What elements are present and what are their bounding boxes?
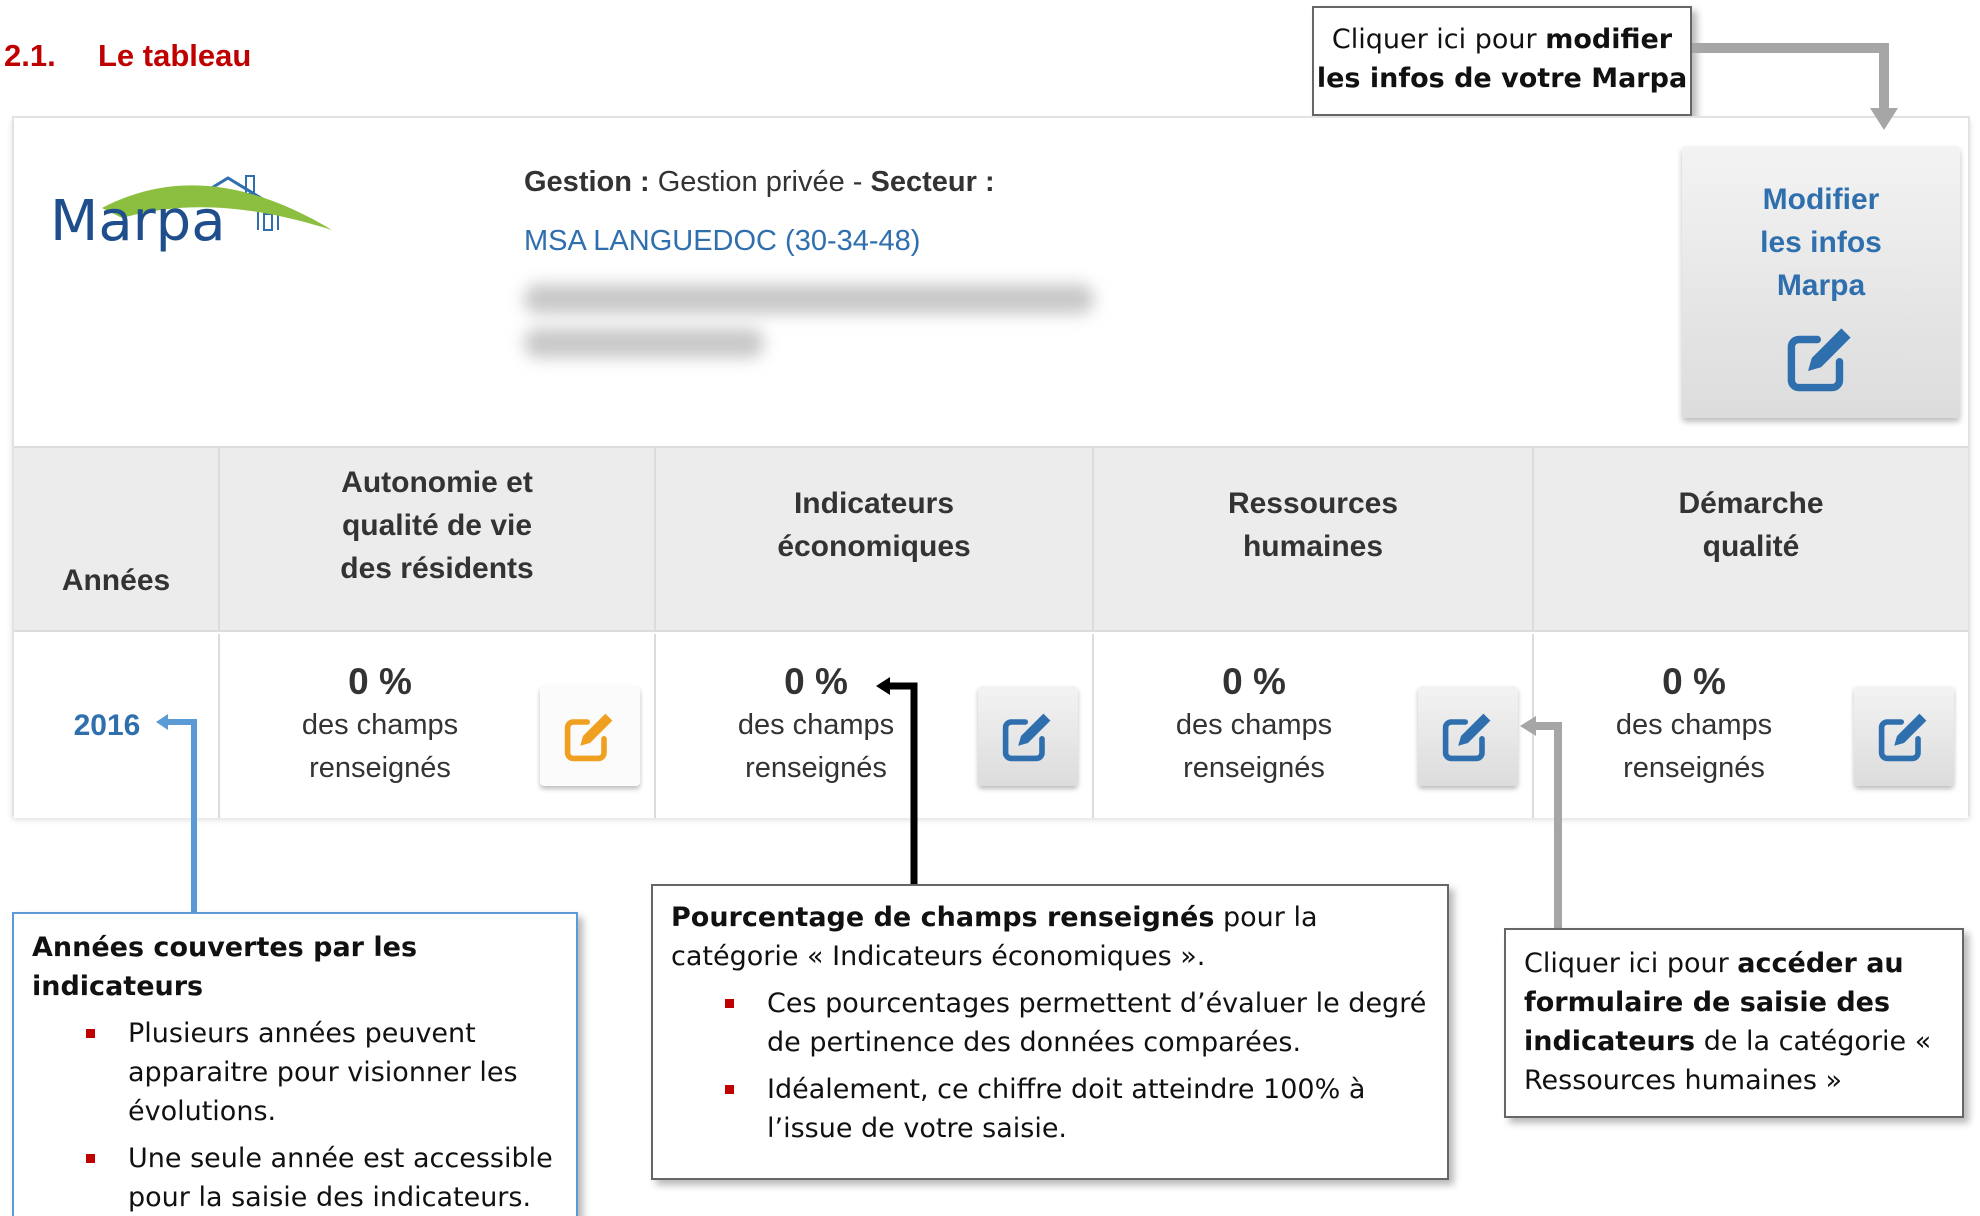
- callout-years: Années couvertes par les indicateurs Plu…: [12, 912, 578, 1216]
- edit-square-icon: [564, 713, 613, 762]
- section-heading: 2.1. Le tableau: [4, 38, 251, 74]
- edit-square-icon: [1442, 713, 1491, 762]
- header-autonomie: Autonomie et qualité de vie des résident…: [220, 448, 656, 630]
- redacted-city-line: [524, 328, 764, 358]
- list-item: Une seule année est accessible pour la s…: [32, 1139, 558, 1216]
- callout-percentage: Pourcentage de champs renseignés pour la…: [651, 884, 1449, 1180]
- svg-text:Marpa: Marpa: [50, 189, 226, 254]
- callout-ressources: Cliquer ici pour accéder au formulaire d…: [1504, 928, 1964, 1118]
- organisation-name: MSA LANGUEDOC (30-34-48): [524, 225, 921, 257]
- list-item: Idéalement, ce chiffre doit atteindre 10…: [671, 1070, 1429, 1148]
- cell-demarche-qualite: 0 % des champs renseignés: [1534, 634, 1968, 818]
- edit-square-icon: [1002, 713, 1051, 762]
- redacted-name-line: [524, 284, 1094, 314]
- callout-percentage-title: Pourcentage de champs renseignés pour la…: [671, 902, 1318, 972]
- edit-autonomie-button[interactable]: [540, 686, 640, 786]
- percent-value: 0 %: [784, 661, 848, 702]
- section-number: 2.1.: [4, 38, 56, 73]
- percent-value: 0 %: [1662, 661, 1726, 702]
- modify-info-button[interactable]: Modifier les infos Marpa: [1682, 146, 1960, 418]
- list-item: Plusieurs années peuvent apparaitre pour…: [32, 1014, 558, 1131]
- edit-indicateurs-economiques-button[interactable]: [978, 686, 1078, 786]
- cell-indicateurs-economiques: 0 % des champs renseignés: [656, 634, 1094, 818]
- header-indicateurs-economiques: Indicateurs économiques: [656, 448, 1094, 630]
- callout-modify-info: Cliquer ici pour modifier les infos de v…: [1312, 6, 1692, 116]
- percent-value: 0 %: [1222, 661, 1286, 702]
- edit-demarche-qualite-button[interactable]: [1854, 686, 1954, 786]
- marpa-info: Gestion : Gestion privée - Secteur : MSA…: [524, 166, 1094, 358]
- arrow-modify-info: [1692, 43, 1889, 112]
- marpa-panel: Marpa Gestion : Gestion privée - Secteur…: [12, 116, 1970, 818]
- cell-ressources-humaines: 0 % des champs renseignés: [1094, 634, 1534, 818]
- gestion-line: Gestion : Gestion privée - Secteur :: [524, 166, 995, 198]
- marpa-logo: Marpa: [50, 175, 332, 254]
- edit-square-icon: [1787, 328, 1851, 392]
- header-years: Années: [14, 448, 220, 630]
- table-row: 2016 0 % des champs renseignés 0 % des ch…: [14, 634, 1968, 818]
- table-header: Années Autonomie et qualité de vie des r…: [14, 446, 1968, 632]
- year-link[interactable]: 2016: [14, 634, 220, 818]
- cell-autonomie: 0 % des champs renseignés: [220, 634, 656, 818]
- callout-years-title: Années couvertes par les indicateurs: [32, 932, 418, 1002]
- edit-ressources-humaines-button[interactable]: [1418, 686, 1518, 786]
- edit-square-icon: [1878, 713, 1927, 762]
- list-item: Ces pourcentages permettent d’évaluer le…: [671, 984, 1429, 1062]
- callout-years-list: Plusieurs années peuvent apparaitre pour…: [32, 1014, 558, 1216]
- callout-percentage-list: Ces pourcentages permettent d’évaluer le…: [671, 984, 1429, 1148]
- section-title: Le tableau: [98, 38, 252, 73]
- percent-value: 0 %: [348, 661, 412, 702]
- header-demarche-qualite: Démarche qualité: [1678, 487, 1824, 563]
- header-ressources-humaines: Ressources humaines: [1094, 448, 1534, 630]
